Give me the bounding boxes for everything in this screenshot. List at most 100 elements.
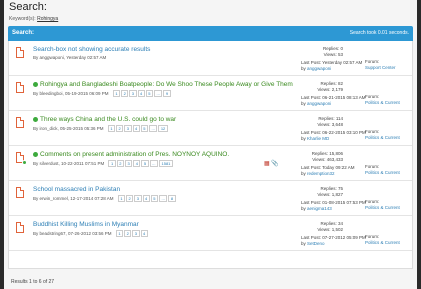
page-link[interactable]: 9 xyxy=(163,90,171,97)
thread-title-link[interactable]: Three ways China and the U.S. could go t… xyxy=(33,116,176,123)
result-row: Comments on present administration of Pr… xyxy=(9,146,412,181)
page-link[interactable]: 1581 xyxy=(159,160,173,167)
last-post-user-link[interactable]: aenigma143 xyxy=(307,206,332,211)
thread-title-text: Three ways China and the U.S. could go t… xyxy=(40,116,177,123)
results-header-label: Search: xyxy=(12,30,35,36)
page-link[interactable]: 3 xyxy=(132,230,140,237)
keywords-label: Keyword(s): xyxy=(9,16,36,22)
page-link[interactable]: 3 xyxy=(134,195,142,202)
page-ellipsis: ... xyxy=(158,195,168,202)
thread-last-post: Last Post: Today 09:22 AM by redemption3… xyxy=(301,165,355,176)
thread-meta: By silverdust, 10-22-2011 07:51 PM 12345… xyxy=(33,160,174,167)
thread-last-post: Last Post: 07-27-2012 05:09 PM by SetDen… xyxy=(301,235,366,246)
thread-meta: By bleedingboi, 05-19-2015 06:09 PM 1234… xyxy=(33,90,172,97)
thread-last-post: Last Post: Yesterday 02:57 AM by anggwap… xyxy=(301,60,363,71)
thread-forum: Forum: Politics & Current xyxy=(365,199,400,211)
thread-author-date: By beadstring67, 07-26-2012 03:56 PM xyxy=(33,231,112,236)
forum-link[interactable]: Politics & Current xyxy=(365,100,400,106)
thread-views: Views: 2,179 xyxy=(317,87,343,92)
thread-title-link[interactable]: Comments on present administration of Pr… xyxy=(33,151,229,158)
thread-meta: By beadstring67, 07-26-2012 03:56 PM 123… xyxy=(33,230,149,237)
new-post-icon xyxy=(33,81,38,87)
page-link[interactable]: 1 xyxy=(117,195,126,202)
thread-title-link[interactable]: Rohingya and Bangladeshi Boatpeople: Do … xyxy=(33,81,293,88)
subscribed-icon xyxy=(22,160,27,165)
thread-forum: Forum: Support Center xyxy=(365,59,396,71)
thread-pagination: 1234 xyxy=(115,230,149,237)
thread-author-date: By bleedingboi, 05-19-2015 06:09 PM xyxy=(33,91,109,96)
forum-link[interactable]: Politics & Current xyxy=(365,205,400,211)
thread-views: Views: 1,827 xyxy=(317,192,343,197)
thread-stats: Replies: 75 Views: 1,827 xyxy=(303,186,343,198)
page-link[interactable]: 2 xyxy=(124,230,132,237)
thread-stats: Replies: 114 Views: 3,648 xyxy=(303,116,343,128)
thread-author-date: By silverdust, 10-22-2011 07:51 PM xyxy=(33,161,105,166)
results-header-bar: Search: Search took 0.01 seconds. xyxy=(8,26,413,41)
forum-link[interactable]: Politics & Current xyxy=(365,135,400,141)
result-row: Search-box not showing accurate results … xyxy=(9,41,412,76)
search-results-page: Search: Keyword(s): Rohingya Search: Sea… xyxy=(4,0,417,289)
page-link[interactable]: 1 xyxy=(108,160,116,167)
thread-views: Views: 3,648 xyxy=(317,122,343,127)
page-link[interactable]: 1 xyxy=(107,125,116,132)
thread-author-date: By erwin_rommel, 12-17-2014 07:28 AM xyxy=(33,196,114,201)
page-link[interactable]: 2 xyxy=(126,195,134,202)
thread-stats: Replies: 0 Views: 53 xyxy=(303,46,343,58)
page-link[interactable]: 4 xyxy=(133,160,141,167)
thread-author-date: By iron_dick, 05-25-2015 05:36 PM xyxy=(33,126,104,131)
thread-author-date: By anggwaponi, Yesterday 02:57 AM xyxy=(33,55,107,60)
thread-icon xyxy=(16,222,24,233)
page-link[interactable]: 2 xyxy=(116,125,124,132)
thread-last-post: Last Post: 06-22-2015 03:10 PM by Kharli… xyxy=(301,130,366,141)
page-link[interactable]: 5 xyxy=(150,195,158,202)
result-row: Buddhist Killing Muslims in Myanmar By b… xyxy=(9,216,412,251)
page-link[interactable]: 2 xyxy=(121,90,129,97)
page-ellipsis: ... xyxy=(149,160,158,167)
paperclip-icon[interactable]: 📎 xyxy=(271,161,278,167)
thread-last-post: Last Post: 01-08-2015 07:53 PM by aenigm… xyxy=(301,200,366,211)
attachment-icon[interactable]: ▦ xyxy=(264,161,270,167)
page-link[interactable]: 4 xyxy=(142,195,150,202)
results-summary: Results 1 to 6 of 27 xyxy=(11,279,55,285)
page-link[interactable]: 12 xyxy=(158,125,168,132)
results-list: Search-box not showing accurate results … xyxy=(8,41,413,269)
last-post-user-link[interactable]: anggwaponi xyxy=(307,66,331,71)
page-link[interactable]: 3 xyxy=(129,90,137,97)
thread-title-link[interactable]: School massacred in Pakistan xyxy=(33,186,120,193)
thread-forum: Forum: Politics & Current xyxy=(365,234,400,246)
new-post-icon xyxy=(33,116,38,122)
page-link[interactable]: 5 xyxy=(140,125,148,132)
keyword-link[interactable]: Rohingya xyxy=(37,16,58,22)
thread-views: Views: 53 xyxy=(323,52,343,57)
last-post-user-link[interactable]: Kharlie MD xyxy=(307,136,329,141)
forum-link[interactable]: Politics & Current xyxy=(365,170,400,176)
thread-title-link[interactable]: Buddhist Killing Muslims in Myanmar xyxy=(33,221,139,228)
thread-meta: By erwin_rommel, 12-17-2014 07:28 AM 123… xyxy=(33,195,177,202)
forum-link[interactable]: Politics & Current xyxy=(365,240,400,246)
page-link[interactable]: 3 xyxy=(124,160,133,167)
page-link[interactable]: 2 xyxy=(116,160,124,167)
page-link[interactable]: 4 xyxy=(140,230,148,237)
last-post-user-link[interactable]: SetDeno xyxy=(307,241,325,246)
page-link[interactable]: 5 xyxy=(141,160,149,167)
result-row: Three ways China and the U.S. could go t… xyxy=(9,111,412,146)
thread-icon xyxy=(16,47,24,58)
page-link[interactable]: 5 xyxy=(145,90,153,97)
page-link[interactable]: 1 xyxy=(115,230,124,237)
page-link[interactable]: 4 xyxy=(137,90,145,97)
attachment-icons: ▦ 📎 xyxy=(264,160,279,167)
forum-link[interactable]: Support Center xyxy=(365,65,396,71)
last-post-user-link[interactable]: redemption32 xyxy=(307,171,335,176)
result-row: Rohingya and Bangladeshi Boatpeople: Do … xyxy=(9,76,412,111)
page-ellipsis: ... xyxy=(154,90,163,97)
thread-stats: Replies: 34 Views: 1,502 xyxy=(303,221,343,233)
page-link[interactable]: 1 xyxy=(112,90,121,97)
thread-title-link[interactable]: Search-box not showing accurate results xyxy=(33,46,150,53)
keywords-line: Keyword(s): Rohingya xyxy=(9,16,58,22)
thread-forum: Forum: Politics & Current xyxy=(365,129,400,141)
page-link[interactable]: 8 xyxy=(168,195,176,202)
thread-stats: Replies: 82 Views: 2,179 xyxy=(303,81,343,93)
page-link[interactable]: 4 xyxy=(132,125,140,132)
last-post-user-link[interactable]: anggwaponi xyxy=(307,101,331,106)
page-link[interactable]: 3 xyxy=(124,125,132,132)
